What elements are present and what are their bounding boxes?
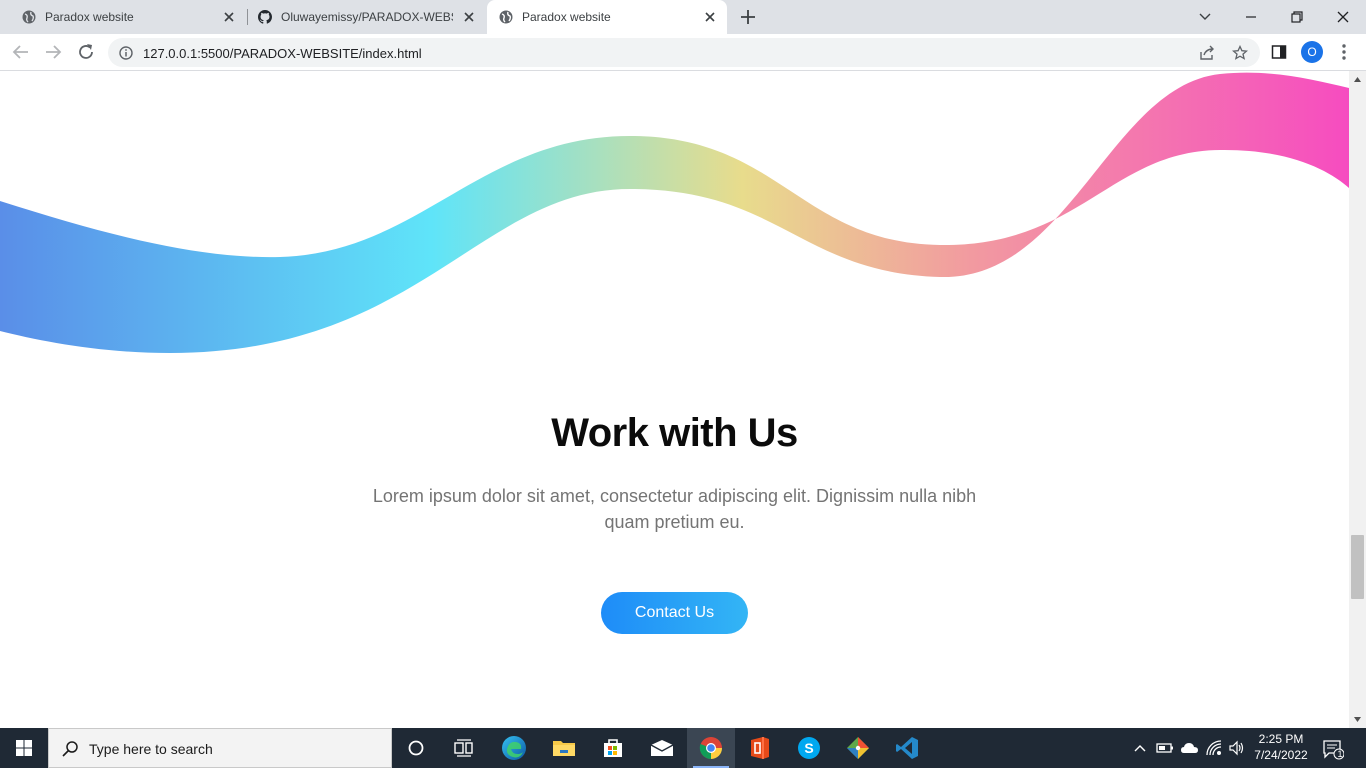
office-icon[interactable]: [736, 728, 784, 768]
skype-icon[interactable]: S: [785, 728, 833, 768]
minimize-icon[interactable]: [1240, 6, 1262, 28]
chevron-up-icon[interactable]: [1132, 740, 1148, 756]
system-clock[interactable]: 2:25 PM 7/24/2022: [1252, 731, 1310, 763]
edge-icon[interactable]: [490, 728, 538, 768]
reload-icon[interactable]: [75, 41, 97, 63]
tab-github[interactable]: Oluwayemissy/PARADOX-WEBSI: [248, 0, 486, 34]
svg-text:S: S: [804, 740, 813, 756]
contact-us-button[interactable]: Contact Us: [601, 592, 748, 634]
windows-taskbar: Type here to search S 2:25 PM 7/24/2022 …: [0, 728, 1366, 768]
browser-toolbar: 127.0.0.1:5500/PARADOX-WEBSITE/index.htm…: [0, 34, 1366, 71]
scroll-down-icon[interactable]: [1353, 715, 1362, 724]
page-viewport: Work with Us Lorem ipsum dolor sit amet,…: [0, 71, 1349, 728]
scrollbar-thumb[interactable]: [1351, 535, 1364, 600]
wave-band: [0, 72, 1349, 353]
side-panel-icon[interactable]: [1271, 44, 1287, 60]
file-explorer-icon[interactable]: [540, 728, 588, 768]
search-icon: [62, 741, 78, 757]
github-icon: [258, 10, 272, 24]
notification-center-button[interactable]: 1: [1322, 738, 1345, 760]
git-icon[interactable]: [834, 728, 882, 768]
tab-paradox-1[interactable]: Paradox website: [0, 0, 246, 34]
close-icon[interactable]: [222, 10, 236, 24]
tab-title: Paradox website: [45, 10, 134, 24]
tab-strip: Paradox website Oluwayemissy/PARADOX-WEB…: [0, 0, 1366, 34]
vscode-icon[interactable]: [883, 728, 931, 768]
profile-avatar[interactable]: O: [1301, 41, 1323, 63]
globe-icon: [22, 10, 36, 24]
menu-icon[interactable]: [1336, 42, 1352, 62]
close-window-icon[interactable]: [1332, 6, 1354, 28]
cta-title: Work with Us: [551, 411, 798, 455]
cta-description: Lorem ipsum dolor sit amet, consectetur …: [372, 486, 977, 532]
wave-decoration: [0, 72, 1349, 353]
tab-paradox-active[interactable]: Paradox website: [487, 0, 727, 34]
windows-start-icon[interactable]: [0, 728, 48, 768]
cortana-icon[interactable]: [392, 728, 440, 768]
page-scrollbar[interactable]: [1349, 71, 1366, 728]
url-text: 127.0.0.1:5500/PARADOX-WEBSITE/index.htm…: [143, 46, 422, 61]
clock-time: 2:25 PM: [1258, 732, 1304, 746]
tab-title: Oluwayemissy/PARADOX-WEBSI: [281, 10, 453, 24]
info-icon[interactable]: [119, 46, 133, 60]
taskbar-search-box[interactable]: Type here to search: [48, 728, 392, 768]
wifi-icon[interactable]: [1205, 739, 1223, 757]
store-icon[interactable]: [589, 728, 637, 768]
volume-icon[interactable]: [1228, 739, 1246, 757]
chrome-icon[interactable]: [687, 728, 735, 768]
task-view-icon[interactable]: [440, 728, 488, 768]
address-bar[interactable]: 127.0.0.1:5500/PARADOX-WEBSITE/index.htm…: [108, 38, 1260, 67]
chevron-down-icon[interactable]: [1194, 6, 1216, 28]
search-placeholder: Type here to search: [89, 741, 213, 757]
forward-icon[interactable]: [42, 41, 64, 63]
tab-title: Paradox website: [522, 10, 611, 24]
globe-icon: [499, 10, 513, 24]
new-tab-icon[interactable]: [738, 7, 758, 27]
battery-icon[interactable]: [1156, 740, 1174, 756]
scroll-up-icon[interactable]: [1353, 75, 1362, 84]
close-icon[interactable]: [703, 10, 717, 24]
share-icon[interactable]: [1199, 45, 1215, 61]
star-icon[interactable]: [1232, 45, 1248, 61]
notification-count: 1: [1337, 749, 1343, 759]
back-icon[interactable]: [10, 41, 32, 63]
clock-date: 7/24/2022: [1254, 748, 1308, 762]
restore-icon[interactable]: [1286, 6, 1308, 28]
mail-icon[interactable]: [638, 728, 686, 768]
close-icon[interactable]: [462, 10, 476, 24]
onedrive-icon[interactable]: [1180, 739, 1200, 757]
